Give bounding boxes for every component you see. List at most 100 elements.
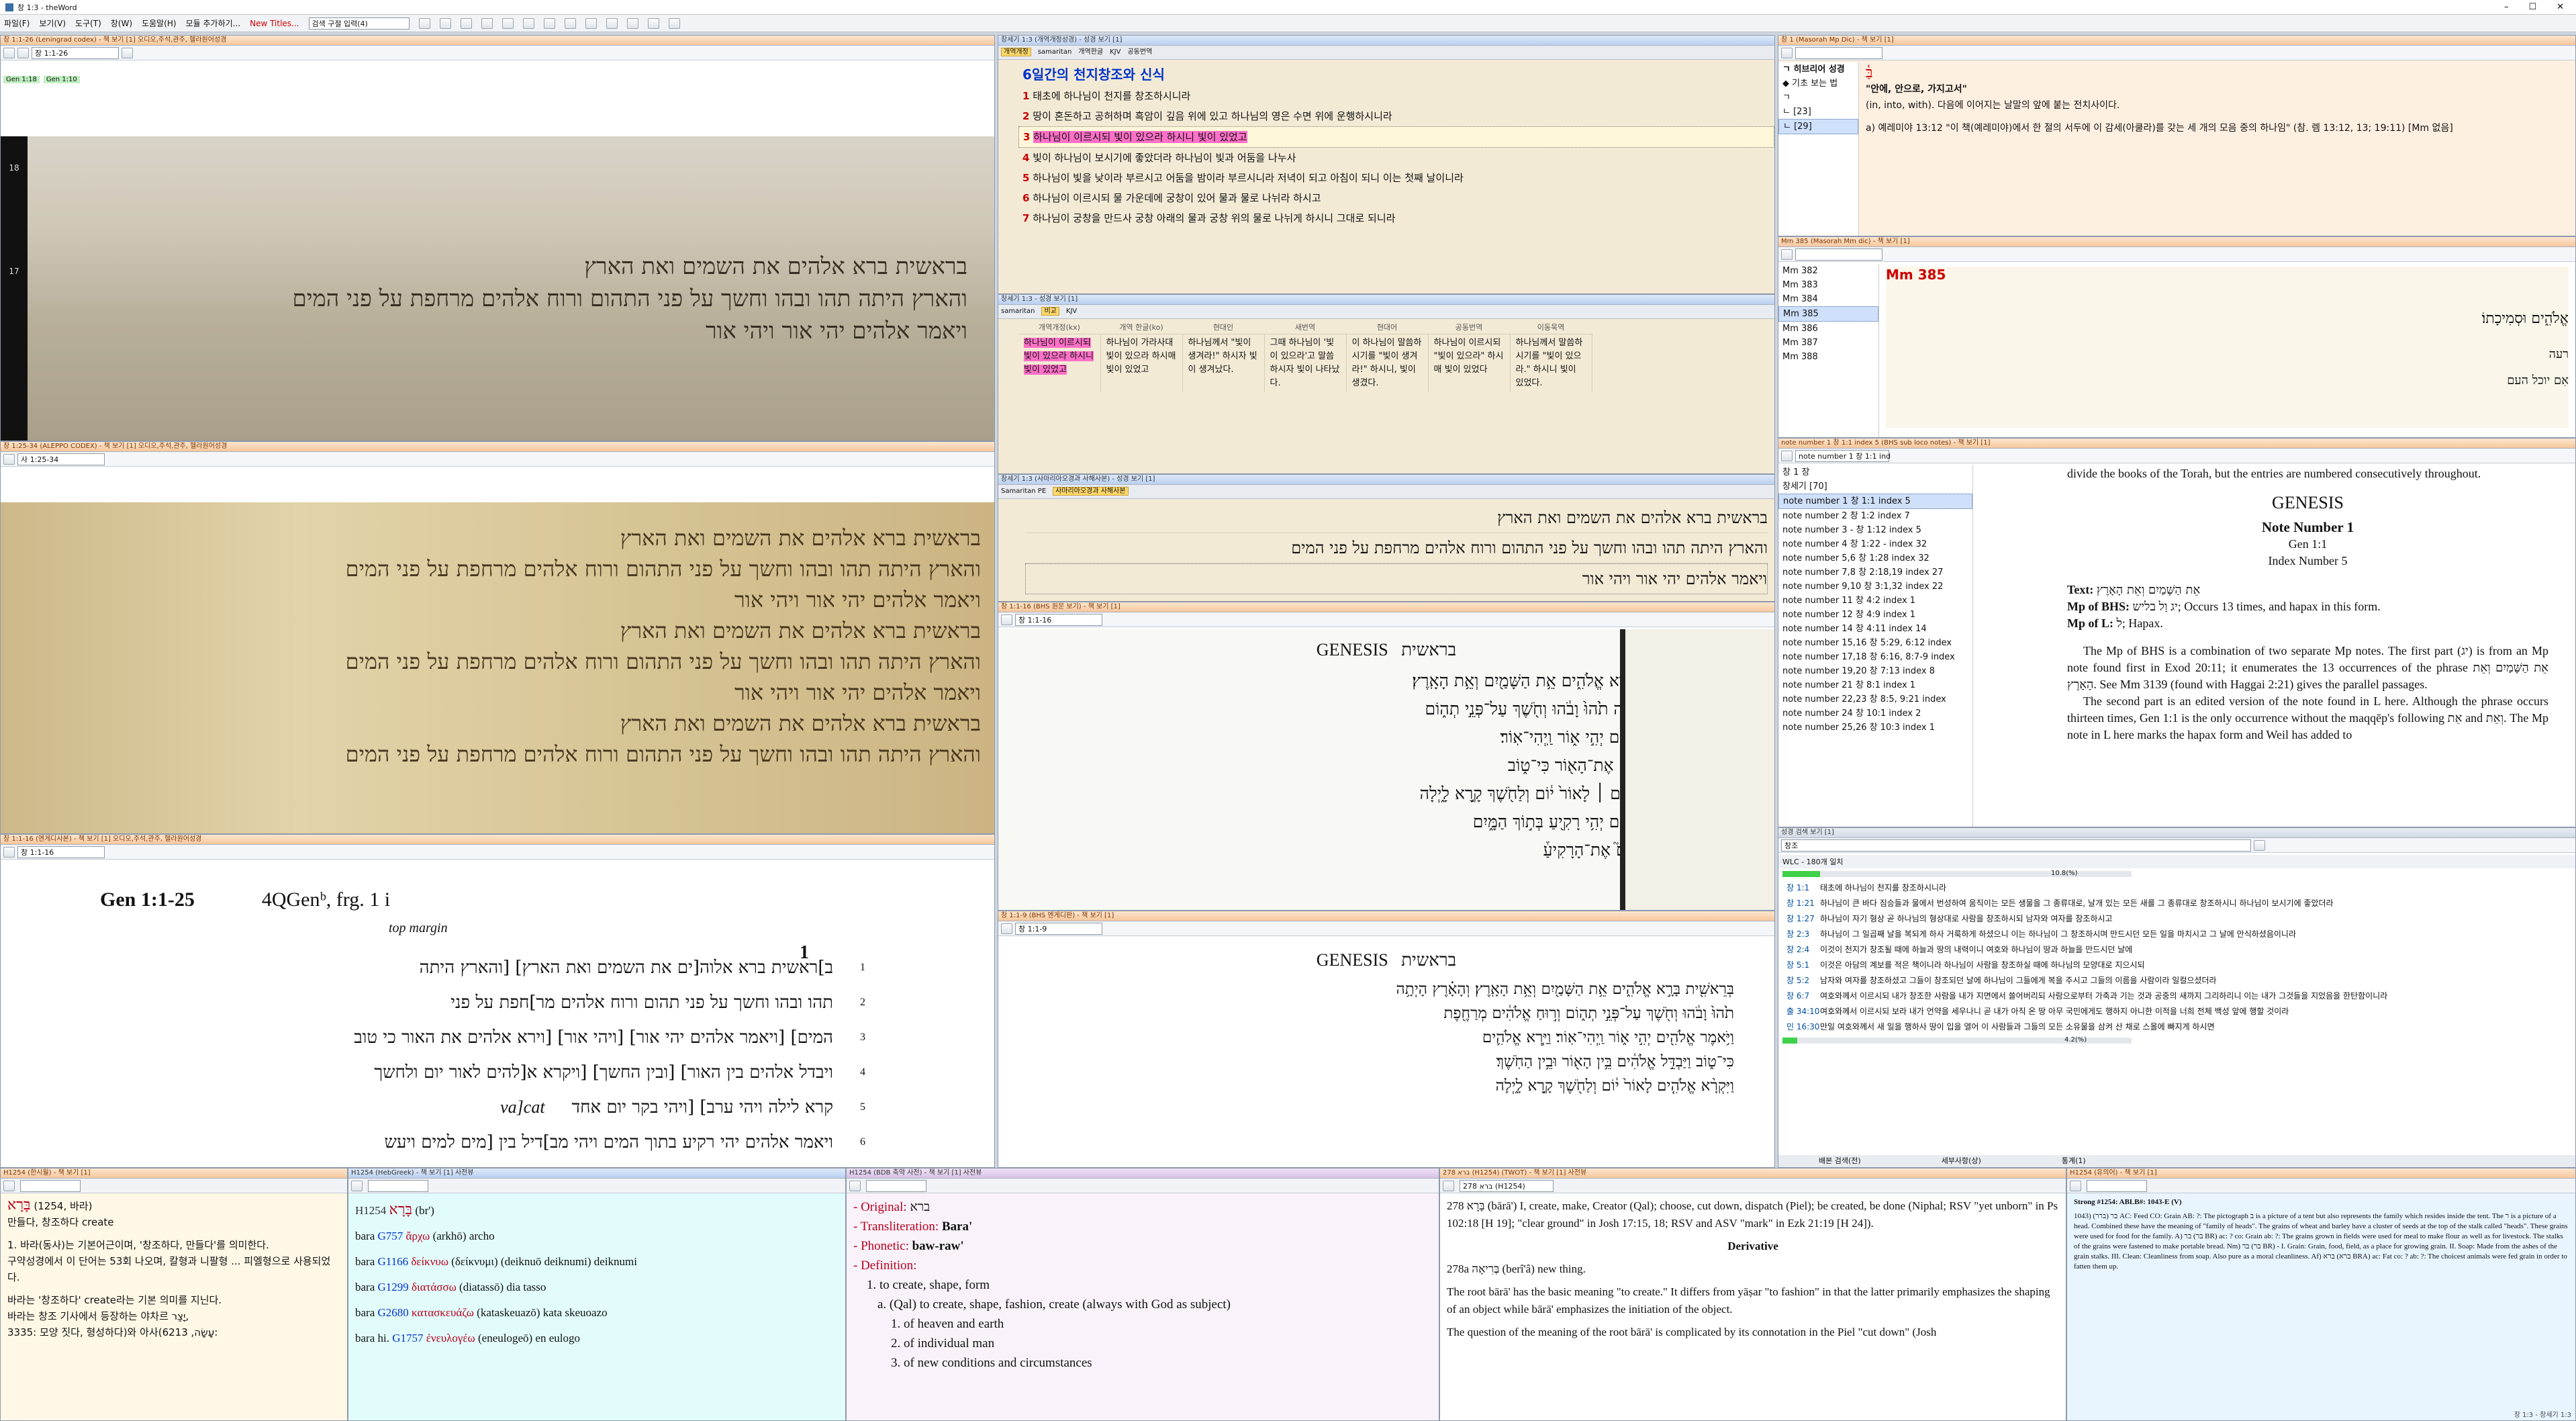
back-icon[interactable] xyxy=(849,1180,861,1191)
bold-icon[interactable] xyxy=(502,17,514,29)
verse-search-select[interactable]: 검색 구절 입력(4) xyxy=(308,17,410,30)
tab-stats[interactable]: 통계(1) xyxy=(2062,1155,2086,1167)
list-item[interactable]: note number 2 창 1:2 index 7 xyxy=(1778,509,1972,523)
back-icon[interactable] xyxy=(3,1180,15,1191)
list-item[interactable]: note number 15,16 창 5:29, 6:12 index xyxy=(1778,636,1972,650)
list-item[interactable]: Mm 386 xyxy=(1778,322,1878,336)
result-row[interactable]: 창 6:7 여호와께서 이르시되 내가 창조한 사람을 내가 지면에서 쓸어버리되… xyxy=(1778,989,2575,1004)
verse[interactable]: 5 하나님이 빛을 낮이라 부르시고 어둠을 밤이라 부르시니라 저녁이 되고 … xyxy=(1018,168,1774,188)
list-item[interactable]: note number 4 창 1:22 - index 32 xyxy=(1778,537,1972,551)
list-item[interactable]: Mm 384 xyxy=(1778,292,1878,306)
menu-tools[interactable]: 도구(T) xyxy=(75,17,101,29)
result-row[interactable]: 민 16:30 만일 여호와께서 새 일을 행하사 땅이 입을 열어 이 사람들과… xyxy=(1778,1019,2575,1035)
verse[interactable]: 2 땅이 혼돈하고 공허하며 흑암이 깊음 위에 있고 하나님의 영은 수면 위… xyxy=(1018,106,1774,126)
result-row[interactable]: 창 5:1 이것은 아담의 계보를 적은 책이니라 하나님이 사람을 창조하실 때… xyxy=(1778,958,2575,973)
reference-input[interactable]: 창 1:1-26 xyxy=(32,46,119,59)
bookmark-icon[interactable] xyxy=(606,17,618,29)
tab-details[interactable]: 세부사항(상) xyxy=(1942,1155,1981,1167)
list-item[interactable]: note number 19,20 창 7:13 index 8 xyxy=(1778,664,1972,678)
list-item[interactable]: note number 5,6 창 1:28 index 32 xyxy=(1778,551,1972,565)
list-item[interactable]: note number 9,10 창 3:1,32 index 22 xyxy=(1778,580,1972,594)
reference-input[interactable]: 사 1:25-34 xyxy=(17,453,105,465)
reference-input[interactable]: 창 1:1-9 xyxy=(1015,922,1102,935)
list-item[interactable]: note number 25,26 창 10:3 index 1 xyxy=(1778,721,1972,735)
verse-current[interactable]: 3 하나님이 이르시되 빛이 있으라 하시니 빛이 있었고 xyxy=(1018,126,1774,148)
list-item[interactable]: note number 14 창 4:11 index 14 xyxy=(1778,622,1972,636)
list-item[interactable]: Mm 382 xyxy=(1778,264,1878,278)
bhs-line[interactable]: ויאמר אלהים יהי אור ויהי אור xyxy=(1025,563,1768,594)
verse[interactable]: 6 하나님이 이르시되 물 가운데에 궁창이 있어 물과 물로 나뉘라 하시고 xyxy=(1018,188,1774,208)
strong-input[interactable] xyxy=(866,1179,926,1192)
zoom-icon[interactable] xyxy=(122,47,133,58)
new-titles-link[interactable]: New Titles... xyxy=(250,19,299,28)
back-icon[interactable] xyxy=(3,47,15,58)
menu-file[interactable]: 파일(F) xyxy=(4,17,30,29)
tab-samaritan[interactable]: samaritan xyxy=(1038,48,1071,56)
back-icon[interactable] xyxy=(2070,1180,2081,1191)
reference-input[interactable] xyxy=(1795,46,1882,59)
copy-icon[interactable] xyxy=(647,17,659,29)
list-item[interactable]: note number 3 - 창 1:12 index 5 xyxy=(1778,523,1972,537)
print-icon[interactable] xyxy=(626,17,638,29)
tab-dss[interactable]: 사마리아오경과 사해사본 xyxy=(1053,487,1129,496)
bhs-line[interactable]: והארץ היתה תהו ובהו וחשך על פני התהום ור… xyxy=(1025,533,1768,563)
back-icon[interactable] xyxy=(418,17,430,29)
result-row[interactable]: 창 1:1 태초에 하나님이 천지를 창조하시니라 xyxy=(1778,880,2575,896)
reference-input[interactable] xyxy=(1795,248,1882,261)
maximize-icon[interactable]: ☐ xyxy=(2528,2,2536,12)
list-item[interactable]: note number 24 창 10:1 index 2 xyxy=(1778,706,1972,721)
menu-help[interactable]: 도움말(H) xyxy=(142,17,177,29)
back-icon[interactable] xyxy=(3,846,15,858)
settings-icon[interactable] xyxy=(668,17,680,29)
list-item[interactable]: Mm 385 xyxy=(1778,306,1878,322)
verse[interactable]: 7 하나님이 궁창을 만드사 궁창 아래의 물과 궁창 위의 물로 나뉘게 하시… xyxy=(1018,208,1774,228)
badge-gen-1-18[interactable]: Gen 1:18 xyxy=(3,76,40,83)
sync-icon[interactable] xyxy=(460,17,472,29)
list-item[interactable]: ㄴ [29] xyxy=(1778,119,1858,134)
result-row[interactable]: 창 1:21 하나님이 큰 바다 짐승들과 물에서 번성하여 움직이는 모든 생물… xyxy=(1778,896,2575,911)
list-item[interactable]: note number 7,8 창 2:18,19 index 27 xyxy=(1778,565,1972,580)
list-item[interactable]: note number 17,18 창 6:16, 8:7-9 index xyxy=(1778,650,1972,664)
forward-icon[interactable] xyxy=(17,47,29,58)
tab-compare[interactable]: 비교 xyxy=(1041,307,1059,316)
reference-input[interactable]: 창 1:1-16 xyxy=(1015,613,1102,626)
menu-window[interactable]: 창(W) xyxy=(111,17,132,29)
list-item[interactable]: note number 1 창 1:1 index 5 xyxy=(1778,494,1972,509)
result-row[interactable]: 창 2:4 이것이 천지가 창조될 때에 하늘과 땅의 내력이니 여호와 하나님이… xyxy=(1778,942,2575,958)
verse[interactable]: 1 태초에 하나님이 천지를 창조하시니라 xyxy=(1018,86,1774,106)
tab-kx[interactable]: 개역개정 xyxy=(1001,48,1031,56)
list-item[interactable]: Mm 387 xyxy=(1778,336,1878,350)
back-icon[interactable] xyxy=(1001,923,1012,934)
tab-kjv[interactable]: KJV xyxy=(1066,308,1077,315)
tab-search[interactable]: 배본 검색(전) xyxy=(1819,1155,1861,1167)
reference-input[interactable]: 278 ברא (H1254) xyxy=(1460,1179,1554,1192)
menu-view[interactable]: 보기(V) xyxy=(39,17,66,29)
list-item[interactable]: note number 11 창 4:2 index 1 xyxy=(1778,594,1972,608)
strong-input[interactable] xyxy=(368,1179,428,1192)
badge-gen-1-10[interactable]: Gen 1:10 xyxy=(43,76,80,83)
list-item[interactable]: ㄱ 히브리어 성경 xyxy=(1778,62,1858,77)
list-item[interactable]: ◆ 기초 보는 법 xyxy=(1778,77,1858,91)
back-icon[interactable] xyxy=(351,1180,363,1191)
back-icon[interactable] xyxy=(1001,614,1012,625)
result-row[interactable]: 창 5:2 남자와 여자를 창조하셨고 그들이 창조되던 날에 하나님이 그들에게… xyxy=(1778,973,2575,989)
layout-icon[interactable] xyxy=(481,17,493,29)
search-input[interactable]: 창조 xyxy=(1781,839,2251,852)
italic-icon[interactable] xyxy=(522,17,534,29)
add-module-button[interactable]: 모듈 추가하기... xyxy=(186,17,241,29)
list-item[interactable]: Mm 388 xyxy=(1778,350,1878,364)
strong-input[interactable] xyxy=(20,1179,81,1192)
list-item[interactable]: note number 21 창 8:1 index 1 xyxy=(1778,678,1972,692)
list-item[interactable]: note number 22,23 창 8:5, 9:21 index xyxy=(1778,692,1972,706)
result-row[interactable]: 창 1:27 하나님이 자기 형상 곧 하나님의 형상대로 사람을 창조하시되 남… xyxy=(1778,911,2575,927)
tab-kkrv[interactable]: 개역한글 xyxy=(1078,48,1103,56)
list-item[interactable]: note number 12 창 4:9 index 1 xyxy=(1778,608,1972,622)
tab-kjv[interactable]: KJV xyxy=(1110,48,1120,56)
list-item[interactable]: 창세기 [70] xyxy=(1778,479,1972,494)
search-icon[interactable] xyxy=(2254,839,2265,851)
strong-input[interactable] xyxy=(2087,1179,2147,1192)
back-icon[interactable] xyxy=(1443,1180,1454,1191)
forward-icon[interactable] xyxy=(439,17,451,29)
font-color-icon[interactable] xyxy=(564,17,576,29)
verse[interactable]: 4 빛이 하나님이 보시기에 좋았더라 하나님이 빛과 어둠을 나누사 xyxy=(1018,148,1774,168)
